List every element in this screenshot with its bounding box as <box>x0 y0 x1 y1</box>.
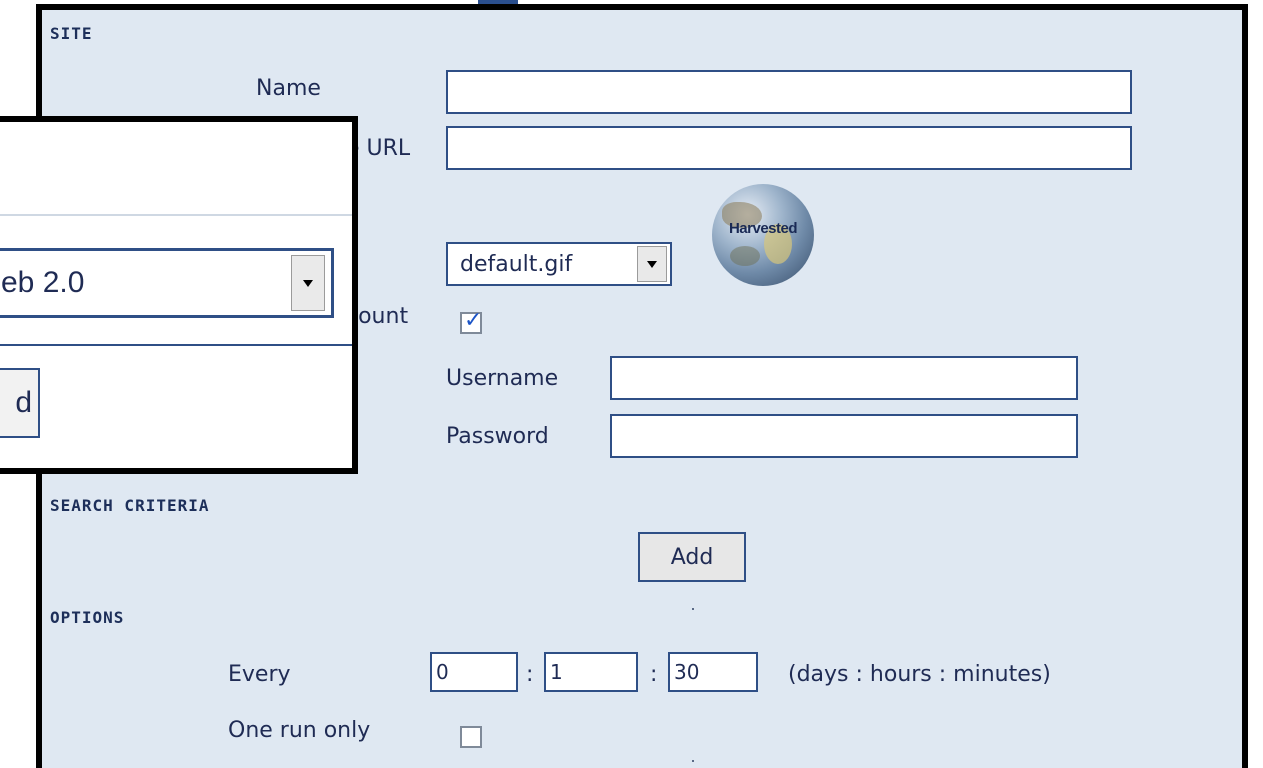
interval-units-hint: (days : hours : minutes) <box>788 662 1051 687</box>
url-input[interactable] <box>446 126 1132 170</box>
time-separator: : <box>650 662 658 687</box>
icon-preview-label: Harvested <box>728 220 798 237</box>
dot-mark <box>692 760 694 762</box>
chevron-down-icon[interactable] <box>291 255 325 311</box>
type-select-value: eb 2.0 <box>1 266 85 299</box>
divider <box>0 214 352 216</box>
icon-select-value: default.gif <box>460 251 573 277</box>
checkmark-icon: ✓ <box>464 308 483 333</box>
name-input[interactable] <box>446 70 1132 114</box>
icon-select[interactable]: default.gif <box>446 242 672 286</box>
options-header: OPTIONS <box>50 608 125 627</box>
globe-icon: Harvested <box>712 184 814 286</box>
add-criteria-button[interactable]: Add <box>638 532 746 582</box>
username-input[interactable] <box>610 356 1078 400</box>
screen: SITE Name e URL Harvested default.gif co… <box>0 0 1263 768</box>
add-button[interactable]: d <box>0 368 40 438</box>
minutes-input[interactable] <box>668 652 758 692</box>
hours-input[interactable] <box>544 652 638 692</box>
chevron-down-icon[interactable] <box>637 246 667 282</box>
site-section-header: SITE <box>50 24 93 43</box>
one-run-label: One run only <box>228 718 371 743</box>
time-separator: : <box>526 662 534 687</box>
name-label: Name <box>256 76 321 101</box>
password-input[interactable] <box>610 414 1078 458</box>
account-checkbox[interactable]: ✓ <box>460 308 483 334</box>
zoomed-overlay-panel: eb 2.0 d <box>0 116 358 474</box>
days-input[interactable] <box>430 652 518 692</box>
every-label: Every <box>228 662 291 687</box>
type-select[interactable]: eb 2.0 <box>0 248 334 318</box>
divider <box>0 344 352 346</box>
username-label: Username <box>446 366 559 391</box>
search-criteria-header: SEARCH CRITERIA <box>50 496 210 515</box>
password-label: Password <box>446 424 549 449</box>
one-run-checkbox[interactable] <box>460 726 482 748</box>
dot-mark <box>692 608 694 610</box>
